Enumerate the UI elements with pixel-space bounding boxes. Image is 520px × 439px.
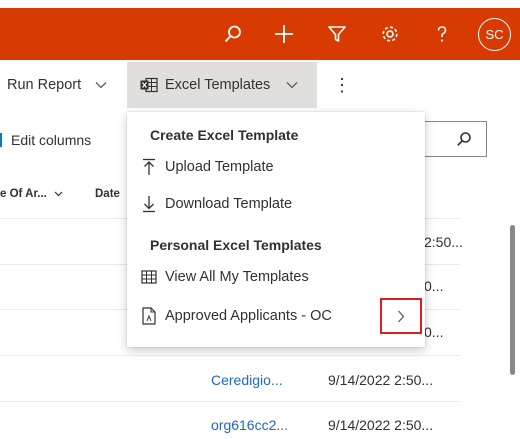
grid-search-input[interactable] <box>425 121 487 157</box>
upload-template-label: Upload Template <box>165 159 274 175</box>
approved-applicants-label: Approved Applicants - OC <box>165 308 332 324</box>
chevron-down-icon <box>286 81 298 89</box>
record-link[interactable]: Ceredigio... <box>211 372 283 388</box>
view-all-templates-item[interactable]: View All My Templates <box>139 262 419 292</box>
date-cell: 9/14/2022 2:50... <box>328 417 434 433</box>
table-icon <box>139 270 159 284</box>
row-divider <box>0 355 460 356</box>
plus-icon[interactable] <box>268 18 300 50</box>
upload-icon <box>139 158 159 176</box>
run-report-label: Run Report <box>7 77 82 93</box>
menu-group-header: Personal Excel Templates <box>150 237 322 253</box>
submenu-expand-button[interactable] <box>380 298 422 334</box>
column-header-label: Date <box>95 188 120 200</box>
document-icon <box>139 307 159 325</box>
chevron-right-icon <box>397 310 405 323</box>
date-cell: 9/14/2022 2:50... <box>328 372 434 388</box>
download-icon <box>139 195 159 213</box>
date-cell-fragment: 2:50... <box>424 234 463 250</box>
upload-template-item[interactable]: Upload Template <box>139 152 419 182</box>
help-icon[interactable] <box>426 18 458 50</box>
edit-columns-label: Edit columns <box>11 132 92 148</box>
more-commands-button[interactable]: ⋮ <box>327 62 357 108</box>
scrollbar-thumb[interactable] <box>510 225 515 375</box>
avatar-initials: SC <box>485 27 504 42</box>
download-template-label: Download Template <box>165 196 293 212</box>
run-report-button[interactable]: Run Report <box>0 62 122 108</box>
excel-templates-button[interactable]: Excel Templates <box>127 62 317 108</box>
excel-templates-label: Excel Templates <box>165 77 271 93</box>
filter-icon[interactable] <box>321 18 353 50</box>
row-divider <box>0 401 460 402</box>
edit-columns-button[interactable]: Edit columns <box>0 128 91 152</box>
edit-columns-icon <box>0 133 2 147</box>
column-header-date[interactable]: Date <box>95 188 120 200</box>
date-cell-fragment: 0... <box>424 324 444 340</box>
app-header: SC <box>0 8 520 60</box>
chevron-down-icon <box>54 191 63 197</box>
excel-templates-menu: Create Excel Template Upload Template Do… <box>127 112 425 347</box>
search-icon[interactable] <box>456 131 472 152</box>
more-icon: ⋮ <box>333 74 351 95</box>
column-header-area[interactable]: e Of Ar... <box>0 188 63 200</box>
record-link[interactable]: org616cc2... <box>211 417 288 433</box>
date-cell-fragment: 0... <box>424 278 444 294</box>
menu-group-header: Create Excel Template <box>150 127 299 143</box>
chevron-down-icon <box>95 81 107 89</box>
search-icon[interactable] <box>217 18 249 50</box>
column-header-label: e Of Ar... <box>0 188 47 200</box>
view-all-templates-label: View All My Templates <box>165 269 309 285</box>
download-template-item[interactable]: Download Template <box>139 189 419 219</box>
gear-icon[interactable] <box>374 18 406 50</box>
avatar[interactable]: SC <box>478 18 511 51</box>
approved-applicants-template-item[interactable]: Approved Applicants - OC <box>139 301 419 331</box>
excel-icon <box>140 77 158 93</box>
